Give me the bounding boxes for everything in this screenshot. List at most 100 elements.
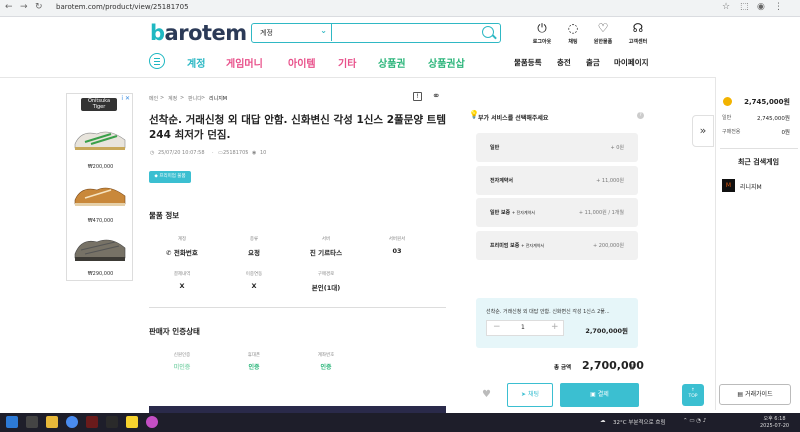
report-icon[interactable]: ! xyxy=(413,92,422,101)
info-value: 03 xyxy=(392,247,402,255)
trade-guide-button[interactable]: ▤ 거래가이드 xyxy=(719,384,791,405)
nav-account[interactable]: 계정 xyxy=(187,55,205,70)
right-sidebar: 2,745,000원 일반 2,745,000원 구매전용 0원 최근 검색게임… xyxy=(715,77,800,410)
info-value: 본인(1대) xyxy=(311,284,341,292)
post-date: 25/07/20 10:07:58 xyxy=(158,150,205,156)
nav-game-money[interactable]: 게임머니 xyxy=(226,55,263,70)
extensions-icon[interactable]: ⬚ xyxy=(740,2,749,12)
plus-icon[interactable]: + xyxy=(551,322,559,332)
nav-item[interactable]: 아이템 xyxy=(288,55,316,70)
bookmark-icon[interactable]: ☆ xyxy=(722,2,730,12)
item-price: 2,700,000원 xyxy=(585,327,628,335)
info-section-title: 물품 정보 xyxy=(149,211,180,220)
search-icon[interactable] xyxy=(482,26,494,38)
game-icon: Ⅿ xyxy=(722,179,735,192)
product-id: 25181705 xyxy=(223,150,249,156)
seller-section-title: 판매자 인증상태 xyxy=(149,327,200,336)
product-title: 선착순. 거래신청 외 대답 안함. 신화변신 각성 1신스 2풀문양 트템 2… xyxy=(149,114,446,141)
weather-icon: ☁ xyxy=(600,418,606,424)
balance: 2,745,000원 xyxy=(744,98,790,106)
browser-toolbar: ← → ↻ barotem.com/product/view/25181705 … xyxy=(0,0,800,17)
heart-icon: ♡ xyxy=(597,21,609,35)
nav-etc[interactable]: 기타 xyxy=(338,55,356,70)
verify-status: 인증 xyxy=(248,364,260,371)
task-view-icon[interactable] xyxy=(26,416,38,428)
info-value: X xyxy=(251,282,257,290)
ad-info-icon[interactable]: i ✕ xyxy=(121,95,130,102)
eye-icon: ◉ xyxy=(252,150,257,156)
address-bar[interactable]: barotem.com/product/view/25181705 xyxy=(56,3,189,11)
reload-icon[interactable]: ↻ xyxy=(35,2,43,12)
wishlist-button[interactable]: ♡ 원한물품 xyxy=(583,21,623,45)
windows-start-icon[interactable] xyxy=(6,416,18,428)
clock-icon: ◷ xyxy=(150,150,155,156)
search-category-select[interactable]: 계정 ⌄ xyxy=(252,24,332,41)
recent-games-title: 최근 검색게임 xyxy=(737,158,780,166)
service-option[interactable]: 프리미엄 보증 + 전자계약서 + 200,000원 xyxy=(476,231,638,260)
minus-icon[interactable]: − xyxy=(493,322,501,332)
weather-text[interactable]: 32°C 부분적으로 흐림 xyxy=(613,418,666,426)
book-icon: ▤ xyxy=(737,391,744,398)
breadcrumb-item[interactable]: 계정 xyxy=(168,95,177,102)
info-value: ✆ 전화번호 xyxy=(166,249,198,257)
service-option[interactable]: 전자계약서 + 11,000원 xyxy=(476,166,638,195)
service-title: 부가 서비스를 선택해주세요 xyxy=(478,115,549,122)
coin-icon xyxy=(723,97,732,106)
app-icon[interactable] xyxy=(106,416,118,428)
nav-withdraw[interactable]: 출금 xyxy=(586,57,600,68)
shoe-image xyxy=(74,187,126,206)
send-icon: ➤ xyxy=(521,391,527,398)
breadcrumb-item[interactable]: 판니다 xyxy=(188,95,202,102)
nav-giftcard[interactable]: 상품권 xyxy=(378,55,406,70)
info-value: 요정 xyxy=(248,249,260,257)
kakaotalk-icon[interactable] xyxy=(126,416,138,428)
service-option[interactable]: 일반 + 0원 xyxy=(476,133,638,162)
breadcrumb-item[interactable]: 리니지M xyxy=(209,95,227,102)
site-logo[interactable]: barotem xyxy=(150,21,247,45)
pay-button[interactable]: ▣ 결제 xyxy=(560,383,639,407)
help-icon[interactable]: ? xyxy=(637,112,644,119)
breadcrumb-item[interactable]: 메인 xyxy=(149,95,158,102)
recent-game-link[interactable]: 리니지M xyxy=(740,182,762,191)
nav-charge[interactable]: 충전 xyxy=(557,57,571,68)
section-divider xyxy=(149,307,446,308)
tray-icons[interactable]: ⌃ ▭ ◔ ♪ xyxy=(683,418,706,424)
chrome-icon[interactable] xyxy=(66,416,78,428)
headset-icon: ☊ xyxy=(632,21,644,35)
chat-seller-button[interactable]: ➤ 채팅 xyxy=(507,383,553,407)
verify-status: 미인증 xyxy=(173,364,191,371)
forward-icon[interactable]: → xyxy=(20,2,28,12)
app-icon[interactable] xyxy=(146,416,158,428)
info-value: X xyxy=(179,282,185,290)
brand-logo: Onitsuka Tiger xyxy=(81,98,117,111)
menu-icon[interactable]: ⋮ xyxy=(774,2,783,12)
shoe-image xyxy=(74,131,126,150)
nav-giftcard-shop[interactable]: 상품권삽 xyxy=(428,55,465,70)
shoe-image xyxy=(74,239,126,261)
service-option[interactable]: 일반 보증 + 전자계약서 + 11,000원 / 1개월 xyxy=(476,198,638,227)
profile-icon[interactable]: ◉ xyxy=(757,2,765,12)
heart-icon[interactable]: ♥ xyxy=(482,389,491,400)
taskbar xyxy=(0,413,800,432)
scroll-top-button[interactable]: ↑ TOP xyxy=(682,384,704,406)
verify-status: 인증 xyxy=(320,364,332,371)
search-box: 계정 ⌄ xyxy=(251,23,501,43)
chevron-down-icon: ⌄ xyxy=(320,26,327,35)
menu-button[interactable] xyxy=(149,53,165,69)
selected-item: 선착순. 거래신청 외 대답 안함. 신화변신 각성 1신스 2풀... − 1… xyxy=(476,298,638,348)
nav-mypage[interactable]: 마이페이지 xyxy=(614,57,649,68)
purchase-panel: 💡 부가 서비스를 선택해주세요 ? 일반 + 0원 전자계약서 + 11,000원… xyxy=(466,100,648,412)
quantity-stepper[interactable]: − 1 + xyxy=(486,320,564,336)
header-divider xyxy=(0,77,715,78)
back-icon[interactable]: ← xyxy=(5,2,13,12)
nav-register[interactable]: 물품등록 xyxy=(514,57,542,68)
clock[interactable]: 오후 6:18 2025-07-20 xyxy=(760,416,789,430)
link-icon[interactable]: ⚭ xyxy=(432,91,440,102)
card-icon: ▣ xyxy=(590,391,596,398)
support-button[interactable]: ☊ 고객센터 xyxy=(618,21,658,45)
explorer-icon[interactable] xyxy=(46,416,58,428)
app-icon[interactable] xyxy=(86,416,98,428)
sidebar-toggle[interactable]: » xyxy=(692,115,714,147)
view-count: 10 xyxy=(260,150,267,156)
ad-banner[interactable]: i ✕ Onitsuka Tiger ₩200,000 ₩470,000 ₩29… xyxy=(66,93,133,281)
